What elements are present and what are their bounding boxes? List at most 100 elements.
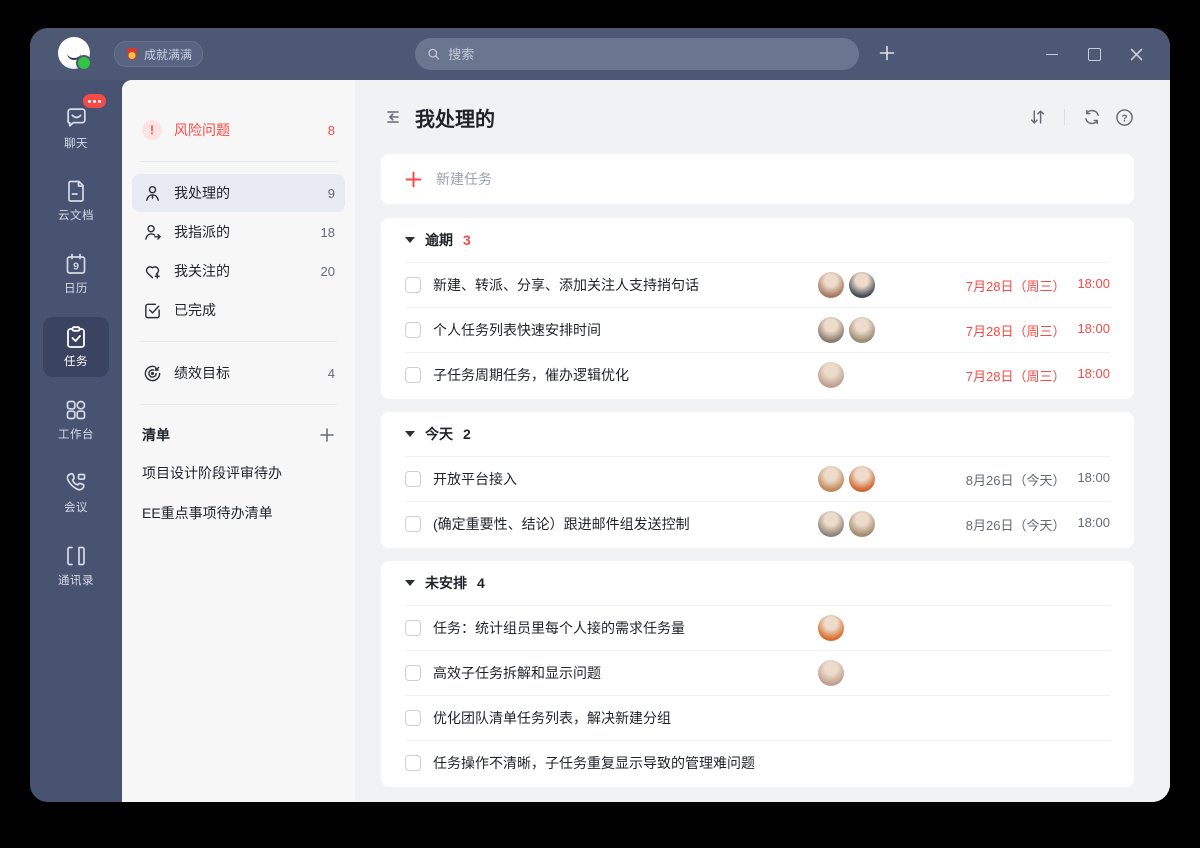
task-checkbox[interactable]: [405, 471, 421, 487]
task-title: 新建、转派、分享、添加关注人支持捎句话: [433, 275, 806, 295]
global-search[interactable]: [415, 38, 859, 70]
refresh-icon: [1083, 108, 1101, 126]
task-row[interactable]: 高效子任务拆解和显示问题: [405, 650, 1110, 695]
task-title: 优化团队清单任务列表，解决新建分组: [433, 708, 806, 728]
task-row[interactable]: 开放平台接入 8月26日（今天）18:00: [405, 456, 1110, 501]
collapse-sidebar-button[interactable]: [381, 107, 401, 127]
task-row[interactable]: 子任务周期任务，催办逻辑优化 7月28日（周三）18:00: [405, 352, 1110, 397]
sidebar-item-owned[interactable]: 我处理的 9: [132, 174, 345, 212]
due-date: 7月28日（周三）18:00: [914, 276, 1110, 295]
assignee-avatars: [818, 317, 902, 343]
sidebar-item-assigned[interactable]: 我指派的 18: [132, 213, 345, 251]
task-group-overdue: 逾期 3 新建、转派、分享、添加关注人支持捎句话 7月28日（周三）18:00 …: [381, 218, 1134, 399]
task-checkbox[interactable]: [405, 755, 421, 771]
nav-item-contacts[interactable]: 通讯录: [43, 536, 109, 596]
avatar: [818, 362, 844, 388]
task-checkbox[interactable]: [405, 322, 421, 338]
avatar: [818, 272, 844, 298]
maximize-button[interactable]: [1086, 46, 1102, 62]
due-date: 7月28日（周三）18:00: [914, 366, 1110, 385]
divider: [140, 341, 337, 342]
nav-item-meeting[interactable]: 会议: [43, 463, 109, 523]
task-checkbox[interactable]: [405, 367, 421, 383]
sidebar-item-label: 我指派的: [174, 222, 309, 242]
new-task-input[interactable]: [434, 170, 1110, 188]
user-avatar[interactable]: [58, 37, 90, 69]
sort-icon: [1028, 108, 1046, 126]
sidebar-item-label: 已完成: [174, 300, 323, 320]
task-row[interactable]: 任务操作不清晰，子任务重复显示导致的管理难问题: [405, 740, 1110, 785]
group-header[interactable]: 今天 2: [405, 412, 1110, 456]
sidebar-item-label: 我关注的: [174, 261, 309, 281]
collapse-triangle-icon: [405, 431, 415, 437]
task-row[interactable]: 个人任务列表快速安排时间 7月28日（周三）18:00: [405, 307, 1110, 352]
task-title: 任务：统计组员里每个人接的需求任务量: [433, 618, 806, 638]
heart-plus-icon: [142, 261, 162, 281]
task-row[interactable]: 优化团队清单任务列表，解决新建分组: [405, 695, 1110, 740]
avatar: [818, 466, 844, 492]
avatar: [849, 272, 875, 298]
nav-item-workbench[interactable]: 工作台: [43, 390, 109, 450]
achievement-badge[interactable]: 成就满满: [114, 41, 203, 67]
group-name: 未安排: [425, 573, 467, 593]
assignee-avatars: [818, 362, 902, 388]
help-icon: ?: [1115, 108, 1134, 127]
assignee-avatars: [818, 272, 902, 298]
new-task-card[interactable]: [381, 154, 1134, 204]
main-panel: 我处理的: [355, 80, 1170, 802]
sort-button[interactable]: [1028, 108, 1046, 126]
online-status-dot: [76, 55, 92, 71]
close-button[interactable]: [1128, 46, 1144, 62]
new-button[interactable]: [874, 40, 900, 66]
avatar: [849, 317, 875, 343]
list-item[interactable]: 项目设计阶段评审待办: [132, 453, 345, 493]
group-count: 4: [477, 575, 485, 591]
sidebar-item-count: 4: [328, 366, 335, 381]
lists-header: 清单: [132, 417, 345, 453]
minimize-button[interactable]: [1044, 46, 1060, 62]
nav-item-label: 会议: [64, 499, 88, 515]
task-row[interactable]: 新建、转派、分享、添加关注人支持捎句话 7月28日（周三）18:00: [405, 262, 1110, 307]
close-icon: [1130, 48, 1143, 61]
task-checkbox[interactable]: [405, 277, 421, 293]
nav-item-calendar[interactable]: 9 日历: [43, 244, 109, 304]
svg-text:9: 9: [73, 261, 79, 273]
person-arrow-icon: [142, 222, 162, 242]
sidebar-item-okr[interactable]: 绩效目标 4: [132, 354, 345, 392]
nav-item-chat[interactable]: 聊天: [43, 98, 109, 158]
help-button[interactable]: ?: [1115, 108, 1134, 127]
group-count: 2: [463, 426, 471, 442]
list-item-label: 项目设计阶段评审待办: [142, 463, 282, 483]
assignee-avatars: [818, 466, 902, 492]
task-row[interactable]: (确定重要性、结论）跟进邮件组发送控制 8月26日（今天）18:00: [405, 501, 1110, 546]
nav-item-docs[interactable]: 云文档: [43, 171, 109, 231]
nav-item-tasks[interactable]: 任务: [43, 317, 109, 377]
task-title: 高效子任务拆解和显示问题: [433, 663, 806, 683]
group-name: 逾期: [425, 230, 453, 250]
group-header[interactable]: 逾期 3: [405, 218, 1110, 262]
task-checkbox[interactable]: [405, 620, 421, 636]
svg-text:?: ?: [1121, 113, 1127, 124]
refresh-button[interactable]: [1083, 108, 1101, 126]
add-list-button[interactable]: [319, 427, 335, 443]
task-checkbox[interactable]: [405, 516, 421, 532]
task-title: 子任务周期任务，催办逻辑优化: [433, 365, 806, 385]
sidebar-item-followed[interactable]: 我关注的 20: [132, 252, 345, 290]
collapse-sidebar-icon: [381, 107, 401, 127]
avatar: [818, 317, 844, 343]
search-input[interactable]: [446, 46, 847, 63]
group-header[interactable]: 未安排 4: [405, 561, 1110, 605]
task-checkbox[interactable]: [405, 710, 421, 726]
list-item[interactable]: EE重点事项待办清单: [132, 493, 345, 533]
avatar: [818, 511, 844, 537]
task-checkbox[interactable]: [405, 665, 421, 681]
task-row[interactable]: 任务：统计组员里每个人接的需求任务量: [405, 605, 1110, 650]
list-item-label: EE重点事项待办清单: [142, 503, 273, 523]
sidebar-item-completed[interactable]: 已完成: [132, 291, 345, 329]
sidebar-item-count: 8: [328, 123, 335, 138]
chat-unread-badge: [83, 94, 106, 108]
sidebar-item-risk[interactable]: ! 风险问题 8: [132, 111, 345, 149]
nav-item-label: 云文档: [58, 207, 94, 223]
avatar: [818, 615, 844, 641]
due-date: 8月26日（今天）18:00: [914, 515, 1110, 534]
